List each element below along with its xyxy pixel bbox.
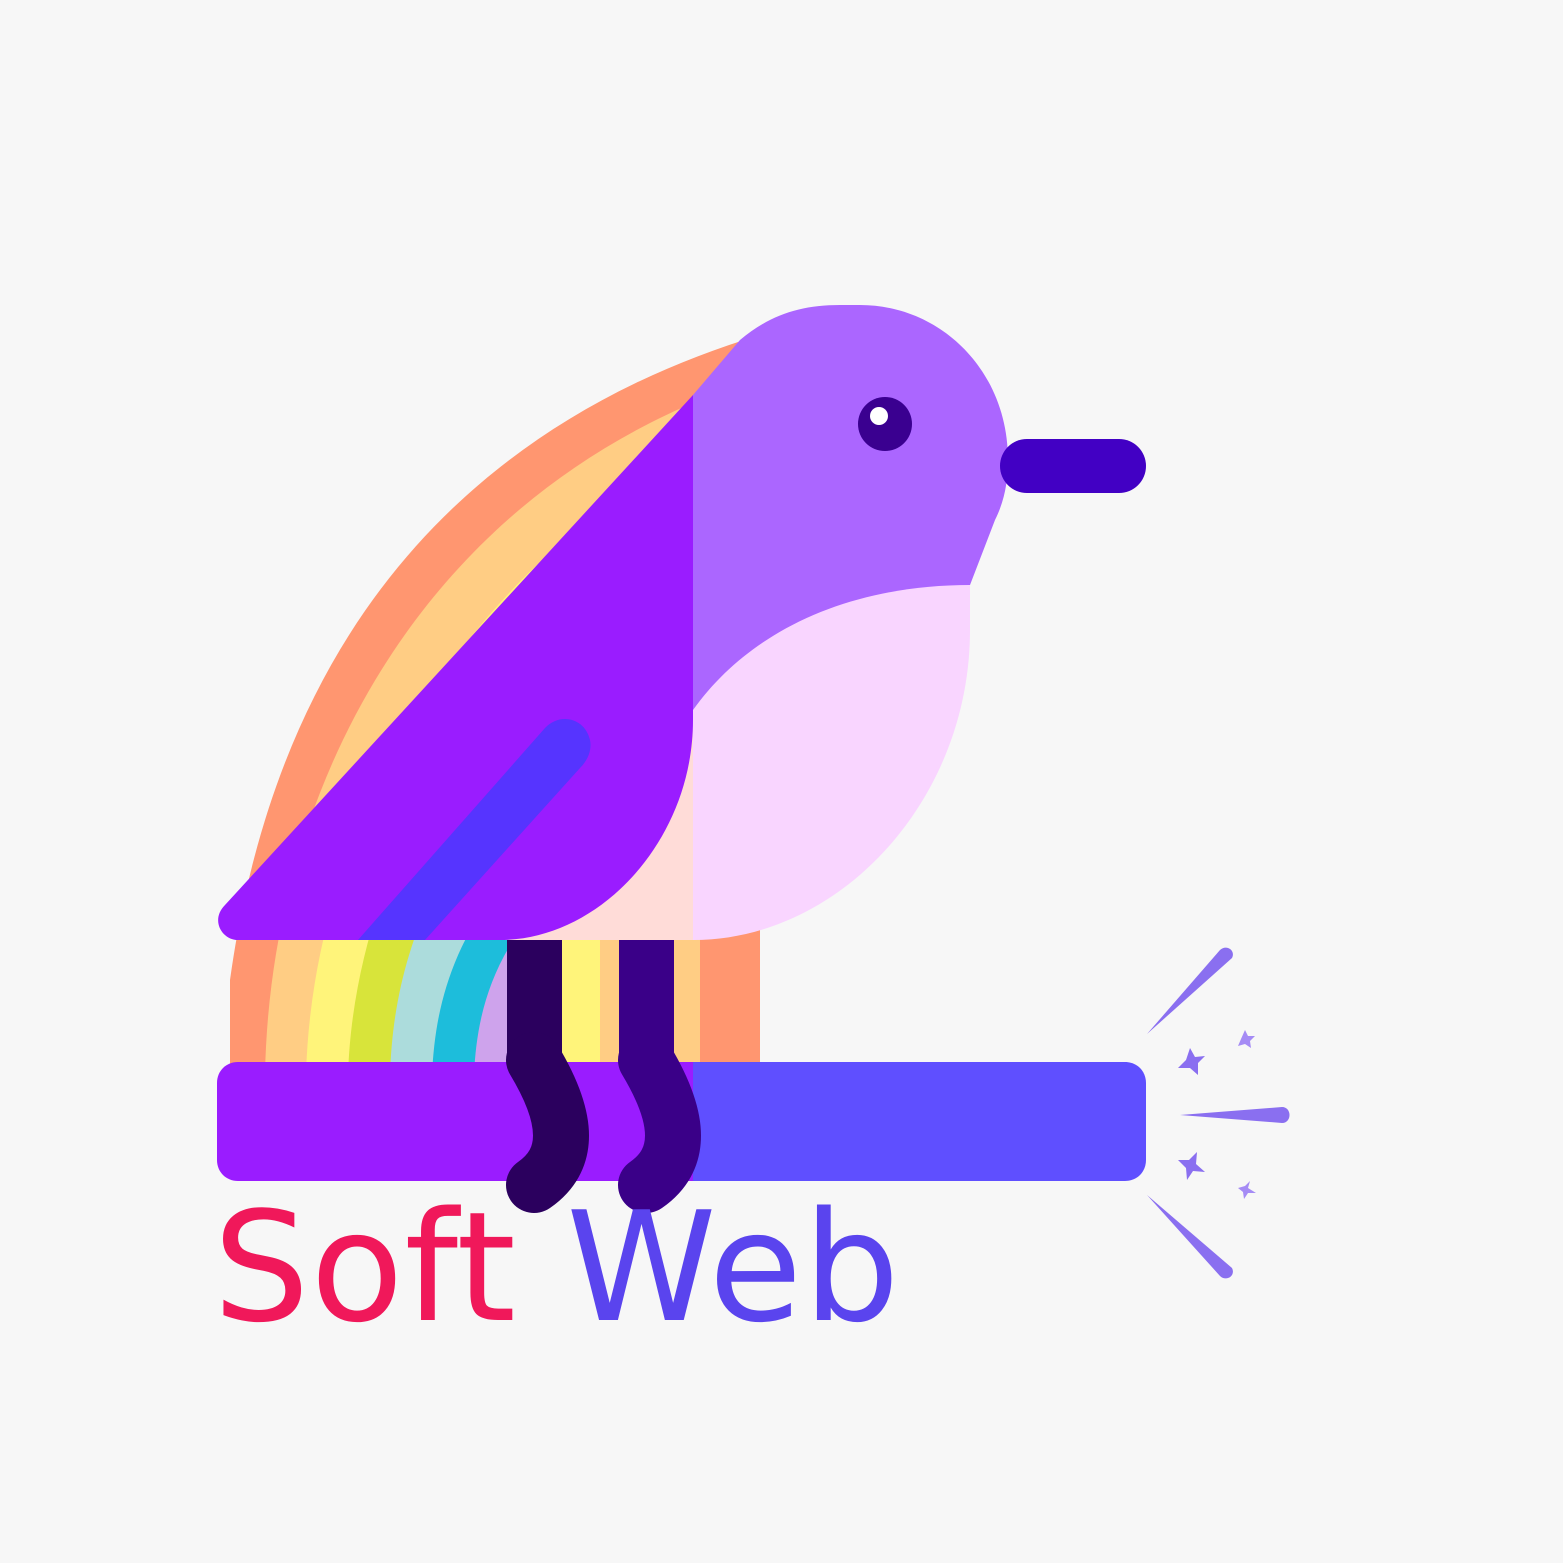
brand-name-second: Web <box>566 1179 901 1356</box>
sparkle-icon <box>1147 947 1290 1279</box>
brand-name-first: Soft <box>213 1179 517 1356</box>
brand-wordmark: Soft Web <box>213 1192 901 1344</box>
logo-canvas: Soft Web <box>0 0 1563 1563</box>
